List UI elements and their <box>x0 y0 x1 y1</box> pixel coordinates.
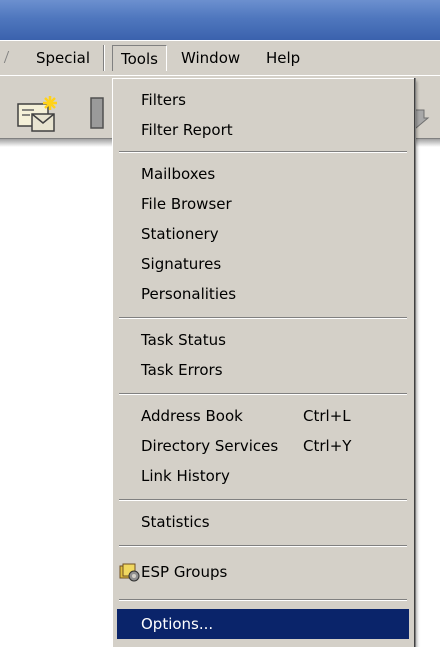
menu-special[interactable]: Special <box>30 47 96 69</box>
menu-separator <box>119 545 407 547</box>
menu-separator <box>119 393 407 395</box>
menu-item-label: Options... <box>141 615 214 633</box>
shortcut-label: Ctrl+L <box>303 407 351 425</box>
menu-item-label: Mailboxes <box>141 165 216 183</box>
menu-item-label: Filter Report <box>141 121 233 139</box>
menu-help[interactable]: Help <box>260 47 306 69</box>
esp-groups-icon <box>119 562 141 582</box>
menu-item-signatures[interactable]: Signatures <box>117 249 409 279</box>
menubar-divider <box>103 45 105 71</box>
menu-item-filter-report[interactable]: Filter Report <box>117 115 409 145</box>
menu-separator <box>119 317 407 319</box>
menu-window[interactable]: Window <box>175 47 246 69</box>
menu-item-filters[interactable]: Filters <box>117 85 409 115</box>
menu-item-label: Personalities <box>141 285 237 303</box>
menu-item-statistics[interactable]: Statistics <box>117 507 409 537</box>
menu-item-task-status[interactable]: Task Status <box>117 325 409 355</box>
menu-item-label: Directory Services <box>141 437 279 455</box>
menu-item-label: Link History <box>141 467 230 485</box>
trash-icon[interactable] <box>88 96 110 134</box>
menu-item-link-history[interactable]: Link History <box>117 461 409 491</box>
menu-item-esp-groups[interactable]: ESP Groups <box>117 557 409 587</box>
menu-separator <box>119 151 407 153</box>
menu-separator <box>119 599 407 601</box>
menu-item-stationery[interactable]: Stationery <box>117 219 409 249</box>
menu-item-label: ESP Groups <box>141 563 228 581</box>
menu-separator <box>119 499 407 501</box>
new-message-icon[interactable] <box>16 96 62 138</box>
menu-item-label: Task Errors <box>141 361 223 379</box>
menu-item-options[interactable]: Options... <box>117 609 409 639</box>
window-titlebar <box>0 0 440 40</box>
menu-item-label: Filters <box>141 91 186 109</box>
menu-item-label: Stationery <box>141 225 219 243</box>
menu-item-personalities[interactable]: Personalities <box>117 279 409 309</box>
shortcut-label: Ctrl+Y <box>303 437 352 455</box>
menu-item-label: Task Status <box>141 331 226 349</box>
menubar-edge <box>3 51 13 63</box>
menu-item-file-browser[interactable]: File Browser <box>117 189 409 219</box>
menu-item-label: Address Book <box>141 407 243 425</box>
menu-item-label: File Browser <box>141 195 232 213</box>
menu-item-label: Statistics <box>141 513 210 531</box>
menu-item-directory-services[interactable]: Directory Services Ctrl+Y <box>117 431 409 461</box>
menubar: Special Tools Window Help <box>0 40 440 75</box>
menu-item-task-errors[interactable]: Task Errors <box>117 355 409 385</box>
menu-item-label: Signatures <box>141 255 222 273</box>
menu-item-address-book[interactable]: Address Book Ctrl+L <box>117 401 409 431</box>
menu-tools[interactable]: Tools <box>112 45 167 71</box>
menu-item-mailboxes[interactable]: Mailboxes <box>117 159 409 189</box>
tools-dropdown-menu: Filters Filter Report Mailboxes File Bro… <box>112 78 414 647</box>
